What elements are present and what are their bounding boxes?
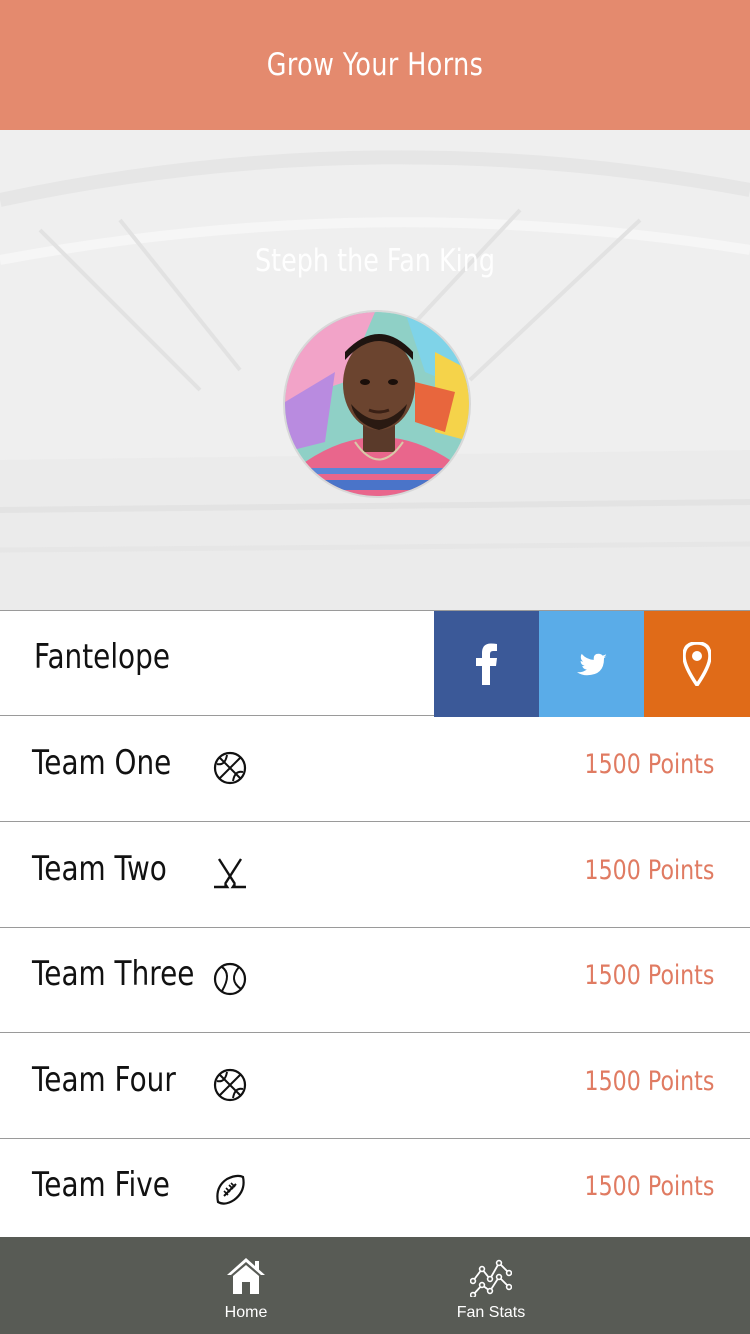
tab-fan-stats[interactable]: Fan Stats [421,1237,561,1334]
team-row[interactable]: Team One 1500 Points [0,717,750,822]
team-name: Team Two [32,848,167,889]
facebook-button[interactable] [434,611,539,717]
team-row[interactable]: Team Two 1500 Points [0,822,750,928]
tab-fan-stats-label: Fan Stats [456,1304,526,1321]
team-name: Team Three [32,954,195,994]
profile-name: Steph the Fan King [255,243,495,279]
app-header: Grow Your Horns [0,0,750,130]
team-points: 1500 Points [584,749,714,780]
hockey-sticks-icon [213,857,247,891]
team-name: Team One [32,743,172,783]
team-row[interactable]: Team Three 1500 Points [0,928,750,1033]
home-icon [227,1258,265,1294]
tab-home[interactable]: Home [176,1237,316,1334]
baseball-icon [213,962,247,996]
tab-bar: Home Fan Stats [0,1237,750,1334]
location-button[interactable] [644,611,750,717]
fan-stats-icon [470,1259,512,1297]
brand-row: Fantelope [0,610,750,717]
tab-home-label: Home [224,1304,268,1321]
team-row[interactable]: Team Four 1500 Points [0,1033,750,1139]
team-points: 1500 Points [584,1065,714,1097]
twitter-button[interactable] [539,611,644,717]
profile-hero: Steph the Fan King [0,130,750,611]
brand-name: Fantelope [34,637,170,677]
basketball-icon [213,751,247,785]
team-points: 1500 Points [584,1171,714,1202]
location-pin-icon [683,642,711,686]
team-row[interactable]: Team Five 1500 Points [0,1139,750,1244]
team-points: 1500 Points [584,960,714,991]
avatar[interactable] [283,310,471,498]
facebook-icon [475,643,497,685]
team-points: 1500 Points [584,854,714,886]
header-title: Grow Your Horns [266,47,484,83]
team-name: Team Four [32,1059,176,1100]
basketball-icon [213,1068,247,1102]
team-name: Team Five [32,1165,170,1205]
football-icon [213,1173,247,1207]
twitter-icon [576,653,607,676]
